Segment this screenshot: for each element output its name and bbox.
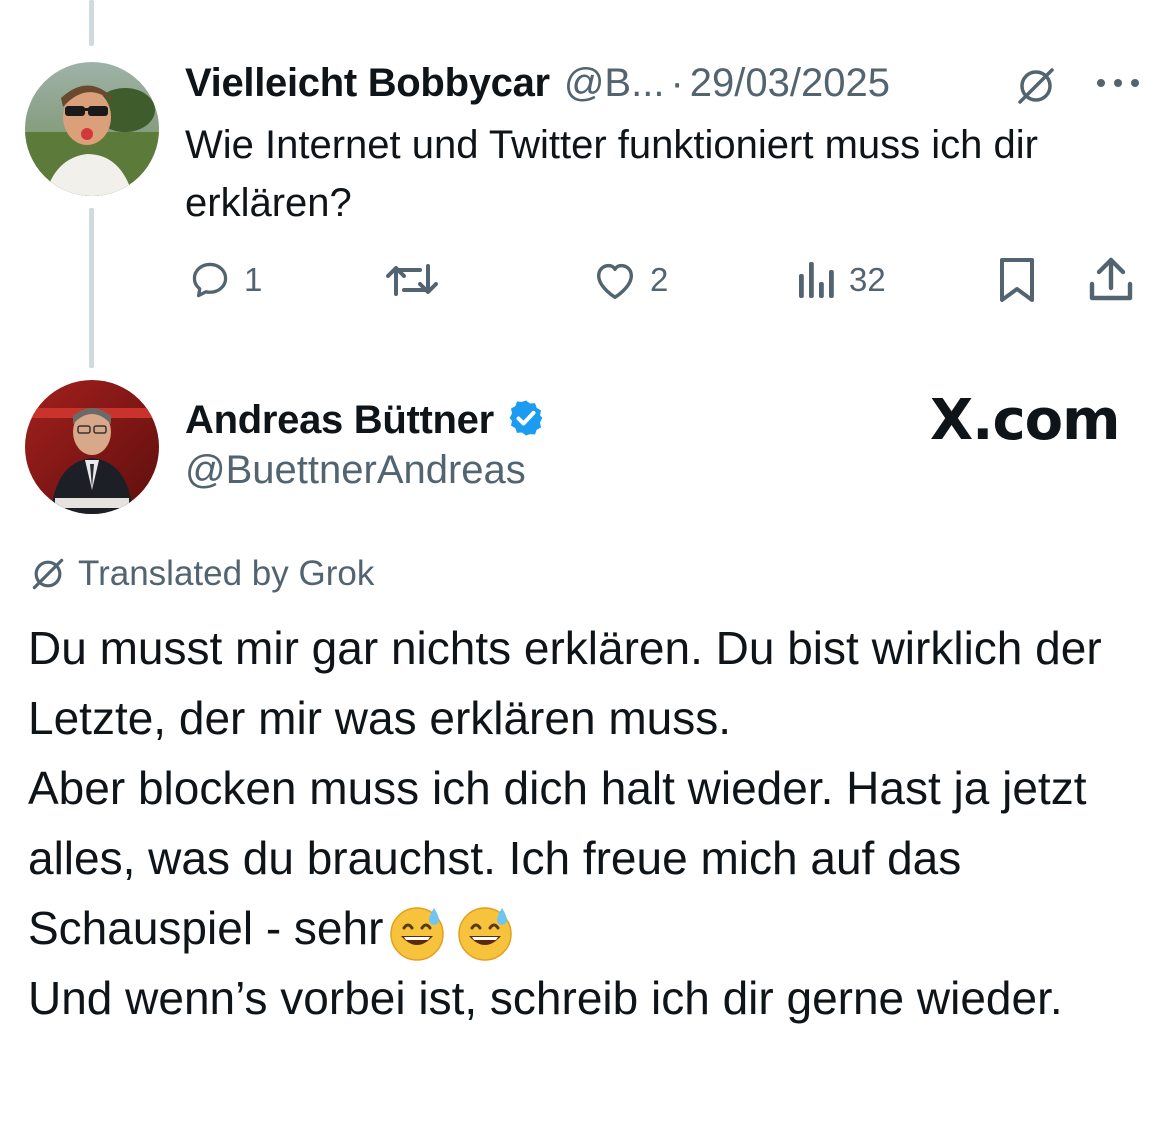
main-text-line-2: Aber blocken muss ich dich halt wieder. … (28, 753, 1153, 963)
reply-avatar[interactable] (25, 62, 159, 196)
share-icon (1089, 257, 1133, 301)
xcom-watermark: X.com (930, 388, 1120, 453)
comment-icon (192, 262, 228, 298)
emoji-group (387, 902, 515, 962)
verified-badge-icon[interactable] (506, 398, 546, 443)
reply-text: Wie Internet und Twitter funktioniert mu… (185, 123, 1038, 225)
repost-icon (386, 264, 438, 296)
main-tweet-text: Du musst mir gar nichts erklären. Du bis… (28, 613, 1153, 1033)
reply-date[interactable]: 29/03/2025 (690, 61, 890, 106)
main-header: Andreas Büttner (185, 390, 546, 450)
views-button[interactable]: 32 (797, 258, 886, 302)
main-avatar[interactable] (25, 380, 159, 514)
grok-icon (32, 558, 64, 590)
reply-separator: · (670, 60, 684, 105)
main-author-name[interactable]: Andreas Büttner (185, 398, 494, 443)
reply-author-handle[interactable]: @B... (564, 61, 665, 106)
thread-line-top (89, 0, 94, 46)
main-text-line-3: Und wenn’s vorbei ist, schreib ich dir g… (28, 972, 1063, 1024)
reply-button[interactable]: 1 (188, 258, 262, 302)
sweat-smile-emoji-icon (390, 907, 445, 961)
bookmark-icon (1000, 258, 1034, 302)
main-author-handle[interactable]: @BuettnerAndreas (185, 448, 526, 493)
translated-label: Translated by Grok (78, 554, 375, 593)
views-count: 32 (849, 261, 886, 298)
share-button[interactable] (1088, 254, 1134, 304)
translated-by-grok[interactable]: Translated by Grok (28, 554, 374, 594)
reply-author-name[interactable]: Vielleicht Bobbycar (185, 61, 550, 106)
main-text-line-2-text: Aber blocken muss ich dich halt wieder. … (28, 762, 1100, 954)
grok-translate-icon[interactable] (1014, 64, 1058, 113)
reply-header: Vielleicht Bobbycar @B... · 29/03/2025 (185, 55, 890, 111)
more-icon[interactable] (1096, 76, 1140, 94)
like-button[interactable]: 2 (592, 258, 668, 302)
reply-count: 1 (244, 261, 263, 298)
reply-action-bar: 1 2 32 (0, 252, 1169, 308)
heart-icon (596, 263, 634, 299)
bookmark-button[interactable] (996, 256, 1038, 304)
views-icon (799, 262, 834, 298)
main-text-line-1: Du musst mir gar nichts erklären. Du bis… (28, 622, 1115, 744)
like-count: 2 (650, 261, 669, 298)
repost-button[interactable] (384, 258, 452, 302)
sweat-smile-emoji-icon (458, 907, 513, 961)
